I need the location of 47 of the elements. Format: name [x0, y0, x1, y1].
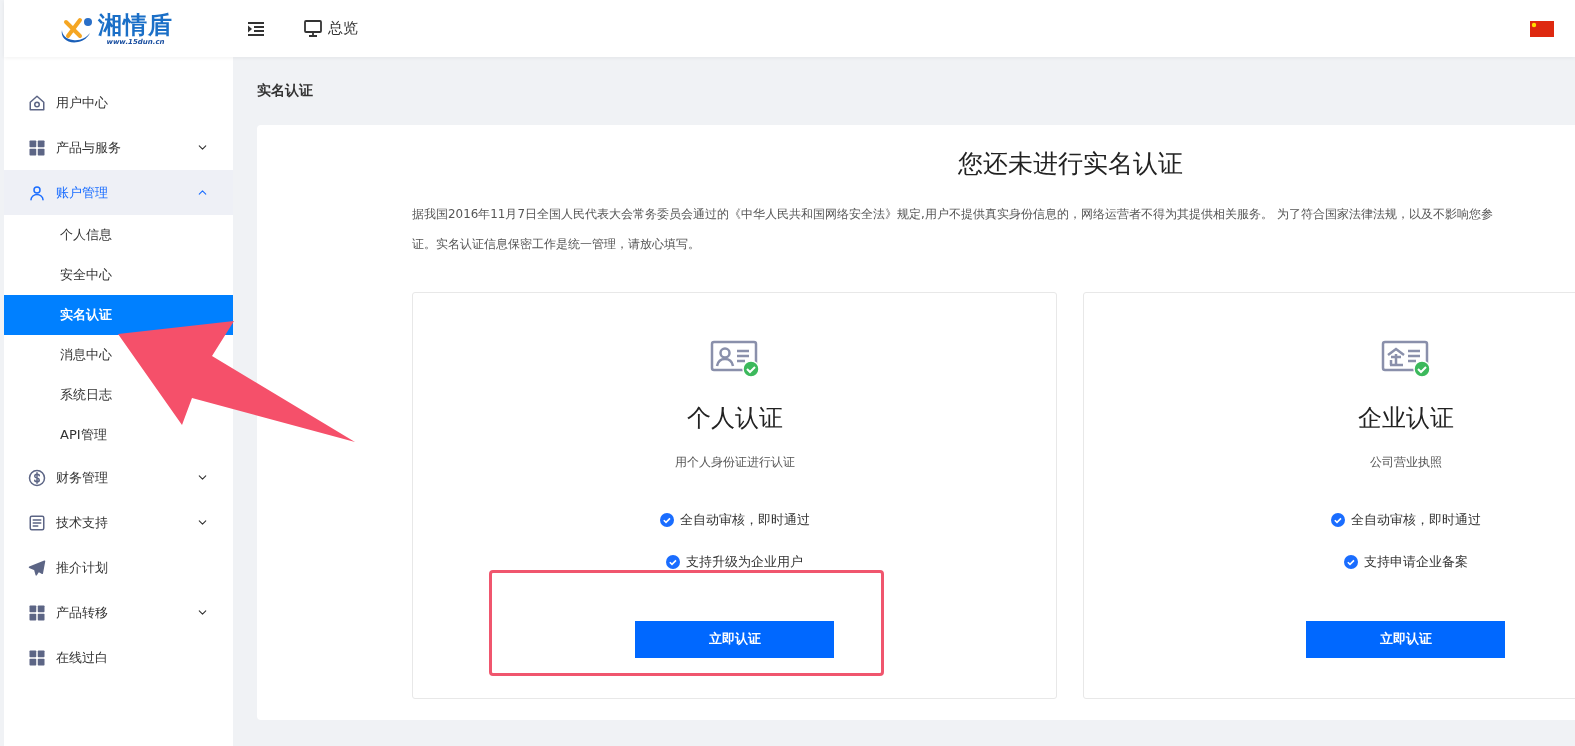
check-circle-icon [1343, 555, 1358, 569]
home-icon [28, 93, 46, 112]
menu-icon[interactable] [248, 21, 264, 36]
sidebar-subitem[interactable]: 消息中心 [60, 346, 112, 364]
verify-button[interactable]: 立即认证 [1306, 621, 1505, 658]
sidebar-item[interactable]: 在线过白 [4, 635, 233, 680]
sidebar-item[interactable]: 用户中心 [4, 80, 233, 125]
sidebar-subitem[interactable]: API管理 [60, 426, 107, 444]
option-title: 企业认证 [1357, 403, 1454, 434]
check-circle-icon [666, 555, 680, 569]
grid-icon [28, 648, 46, 667]
overview-link[interactable]: 总览 [304, 19, 358, 38]
document-icon [28, 513, 46, 532]
check-circle-icon [1330, 513, 1345, 527]
flag-icon[interactable] [1530, 20, 1554, 37]
logo-name: 湘情盾 [98, 11, 173, 38]
feature-text: 支持升级为企业用户 [686, 553, 803, 571]
user-icon [28, 183, 46, 202]
sidebar-item[interactable]: 推介计划 [4, 545, 233, 590]
dollar-icon [28, 468, 46, 487]
sidebar-subitem[interactable]: 实名认证 [4, 295, 233, 335]
sidebar-subitem[interactable]: 个人信息 [60, 226, 112, 244]
grid-icon [28, 603, 46, 622]
notice-text: 证。实名认证信息保密工作是统一管理，请放心填写。 [412, 236, 701, 253]
option-subtitle: 用个人身份证进行认证 [674, 454, 795, 471]
page-title: 您还未进行实名认证 [956, 148, 1184, 180]
id-card-icon [709, 340, 760, 378]
sidebar-item[interactable]: 产品与服务 [4, 125, 233, 170]
feature-text: 全自动审核，即时通过 [679, 511, 810, 529]
sidebar-item[interactable]: 技术支持 [4, 500, 233, 545]
notice-text: 据我国2016年11月7日全国人民代表大会常务委员会通过的《中华人民共和国网络安全法》规定,用户不提供真实身份信息的，网络运营者不得为其提供相关服务。 为了符合国家法律法规，以及不影响您参 [412, 206, 1494, 223]
check-circle-icon [659, 513, 674, 527]
sidebar-item[interactable]: 账户管理 [4, 170, 233, 215]
breadcrumb: 实名认证 [257, 81, 314, 100]
feature-text: 全自动审核，即时通过 [1350, 511, 1481, 529]
monitor-icon [304, 20, 322, 37]
sidebar-item[interactable]: 财务管理 [4, 455, 233, 500]
sidebar-subitem[interactable]: 安全中心 [60, 266, 112, 284]
sidebar-subitem[interactable]: 系统日志 [60, 386, 112, 404]
verify-button[interactable]: 立即认证 [635, 621, 834, 658]
option-subtitle: 公司营业执照 [1369, 454, 1442, 471]
grid-icon [28, 138, 46, 157]
paper-plane-icon [28, 558, 46, 577]
option-title: 个人认证 [686, 403, 783, 434]
sidebar-item[interactable]: 产品转移 [4, 590, 233, 635]
license-card-icon [1380, 340, 1431, 378]
feature-text: 支持申请企业备案 [1363, 553, 1468, 571]
